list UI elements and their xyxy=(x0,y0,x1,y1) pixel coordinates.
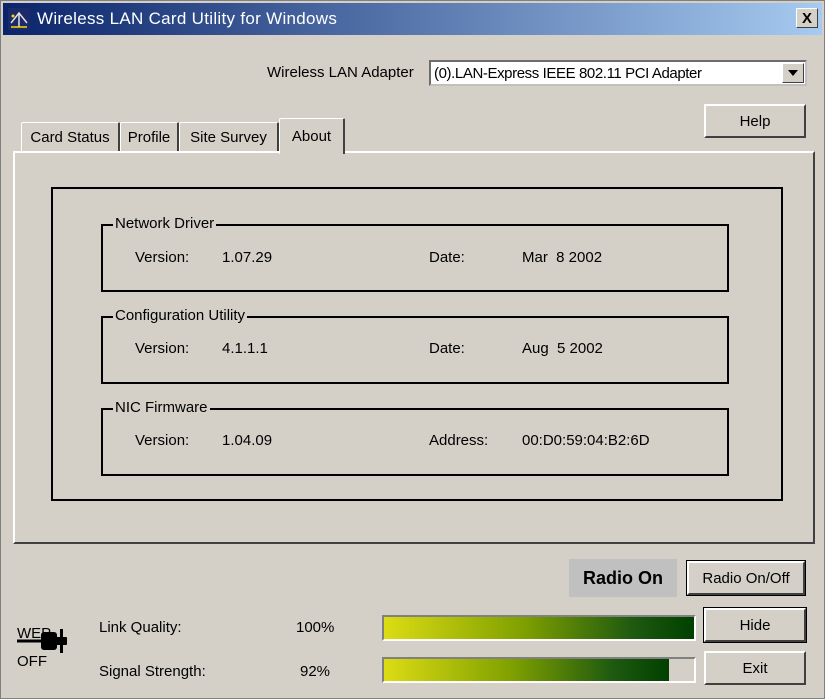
wep-key-icon: WEP OFF xyxy=(17,625,67,670)
network-app-icon xyxy=(8,8,30,30)
link-quality-bar xyxy=(382,615,696,641)
nic-firmware-address: 00:D0:59:04:B2:6D xyxy=(522,432,650,449)
signal-strength-value: 92% xyxy=(300,663,331,680)
radio-toggle-label: Radio On/Off xyxy=(702,569,790,587)
adapter-selected-value: (0).LAN-Express IEEE 802.11 PCI Adapter xyxy=(434,65,702,82)
network-driver-date: Mar 8 2002 xyxy=(522,249,603,266)
tab-card-status[interactable]: Card Status xyxy=(21,122,120,152)
configuration-utility-version: 4.1.1.1 xyxy=(222,340,268,357)
network-driver-group: Network Driver xyxy=(101,215,729,292)
configuration-utility-version-label: Version: xyxy=(135,340,190,357)
configuration-utility-date: Aug 5 2002 xyxy=(522,340,603,357)
nic-firmware-version: 1.04.09 xyxy=(222,432,273,449)
network-driver-version: 1.07.29 xyxy=(222,249,273,266)
hide-button-label: Hide xyxy=(739,616,771,634)
link-quality-label: Link Quality: xyxy=(99,619,182,636)
configuration-utility-group: Configuration Utility xyxy=(101,307,729,384)
adapter-label: Wireless LAN Adapter xyxy=(267,64,414,81)
help-button[interactable]: Help xyxy=(704,104,806,138)
dropdown-arrow-icon[interactable] xyxy=(782,63,804,83)
network-driver-date-label: Date: xyxy=(429,249,465,266)
wep-label: WEP xyxy=(17,625,51,642)
exit-button-label: Exit xyxy=(742,659,768,677)
nic-firmware-address-label: Address: xyxy=(429,432,489,449)
wep-status-icon: WEP OFF xyxy=(15,621,73,671)
network-driver-title: Network Driver xyxy=(113,215,217,232)
network-driver-version-label: Version: xyxy=(135,249,190,266)
configuration-utility-date-label: Date: xyxy=(429,340,465,357)
tab-site-survey[interactable]: Site Survey xyxy=(179,122,279,152)
tab-about[interactable]: About xyxy=(279,118,345,154)
configuration-utility-title: Configuration Utility xyxy=(113,307,248,324)
tab-profile-label: Profile xyxy=(127,129,171,146)
link-quality-value: 100% xyxy=(296,619,335,636)
signal-strength-label: Signal Strength: xyxy=(99,663,206,680)
title-bar[interactable]: Wireless LAN Card Utility for Windows X xyxy=(3,3,822,35)
close-button[interactable]: X xyxy=(796,8,818,28)
help-button-label: Help xyxy=(739,112,771,130)
window-title: Wireless LAN Card Utility for Windows xyxy=(37,9,338,28)
link-quality-bar-fill xyxy=(384,617,694,639)
close-icon: X xyxy=(801,9,812,27)
tab-card-status-label: Card Status xyxy=(30,129,110,146)
adapter-select[interactable]: (0).LAN-Express IEEE 802.11 PCI Adapter xyxy=(429,60,807,86)
exit-button[interactable]: Exit xyxy=(704,651,806,685)
utility-window: Wireless LAN Card Utility for Windows X … xyxy=(0,0,825,699)
wep-state: OFF xyxy=(17,653,47,670)
tab-about-label: About xyxy=(291,128,332,145)
nic-firmware-title: NIC Firmware xyxy=(113,399,210,416)
signal-strength-bar xyxy=(382,657,696,683)
signal-strength-bar-fill xyxy=(384,659,670,681)
tab-profile[interactable]: Profile xyxy=(120,122,179,152)
hide-button[interactable]: Hide xyxy=(703,607,807,643)
radio-status-indicator: Radio On xyxy=(569,559,677,597)
nic-firmware-version-label: Version: xyxy=(135,432,190,449)
radio-toggle-button[interactable]: Radio On/Off xyxy=(686,560,806,596)
tab-site-survey-label: Site Survey xyxy=(190,129,267,146)
